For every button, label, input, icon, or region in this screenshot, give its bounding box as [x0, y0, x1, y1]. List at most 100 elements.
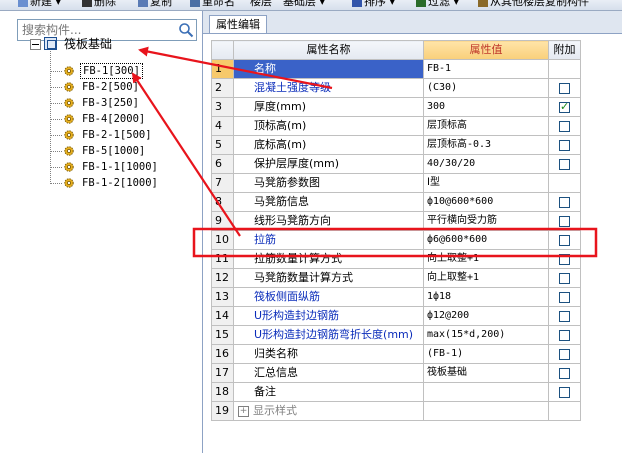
tree-collapse-toggle[interactable] — [30, 39, 41, 50]
property-value[interactable]: ф10@600*600 — [423, 192, 549, 212]
extra-checkbox[interactable] — [559, 253, 570, 265]
property-value[interactable]: 平行横向受力筋 — [423, 211, 549, 231]
property-row[interactable]: 18 备注 — [211, 382, 581, 402]
extra-checkbox[interactable] — [559, 99, 570, 116]
property-value[interactable]: 层顶标高 — [423, 116, 549, 136]
property-name: 马凳筋信息 — [233, 192, 424, 212]
sort-button[interactable]: 排序 ▾ — [352, 0, 395, 9]
property-name: 汇总信息 — [233, 363, 424, 383]
row-number: 17 — [211, 363, 234, 383]
extra-checkbox[interactable] — [559, 348, 570, 360]
property-value[interactable] — [423, 401, 549, 421]
row-number: 12 — [211, 268, 234, 288]
filter-button[interactable]: 过滤 ▾ — [416, 0, 459, 9]
row-number: 2 — [211, 78, 234, 98]
new-button[interactable]: 新建 ▾ — [18, 0, 61, 9]
property-value[interactable]: (C30) — [423, 78, 549, 98]
property-value[interactable]: 向上取整+1 — [423, 268, 549, 288]
property-value[interactable]: FB-1 — [423, 59, 549, 79]
property-value-header: 属性值 — [423, 40, 549, 60]
property-value[interactable]: 层顶标高-0.3 — [423, 135, 549, 155]
row-number: 1 — [211, 59, 234, 79]
row-number-header — [211, 40, 234, 60]
property-row[interactable]: 1 名称 FB-1 — [211, 59, 581, 79]
property-row[interactable]: 11 拉筋数量计算方式 向上取整+1 — [211, 249, 581, 269]
property-row[interactable]: 16 归类名称 (FB-1) — [211, 344, 581, 364]
property-name: U形构造封边钢筋 — [233, 306, 424, 326]
property-name: 顶标高(m) — [233, 116, 424, 136]
property-row[interactable]: 5 底标高(m) 层顶标高-0.3 — [211, 135, 581, 155]
extra-cell — [548, 211, 581, 231]
property-row[interactable]: 19 + 显示样式 — [211, 401, 581, 421]
extra-checkbox[interactable] — [559, 310, 570, 322]
property-name: + 显示样式 — [233, 401, 424, 421]
property-value[interactable]: 1ф18 — [423, 287, 549, 307]
property-row[interactable]: 13 筏板侧面纵筋 1ф18 — [211, 287, 581, 307]
property-value[interactable]: (FB-1) — [423, 344, 549, 364]
property-row[interactable]: 10 拉筋 ф6@600*600 — [211, 230, 581, 250]
extra-checkbox[interactable] — [559, 329, 570, 341]
search-icon[interactable] — [178, 22, 194, 38]
property-row[interactable]: 6 保护层厚度(mm) 40/30/20 — [211, 154, 581, 174]
extra-checkbox[interactable] — [559, 120, 570, 132]
extra-cell — [548, 59, 581, 79]
tab-property-edit[interactable]: 属性编辑 — [209, 15, 267, 33]
property-name: 厚度(mm) — [233, 97, 424, 117]
row-number: 7 — [211, 173, 234, 193]
property-row[interactable]: 14 U形构造封边钢筋 ф12@200 — [211, 306, 581, 326]
property-value[interactable]: 40/30/20 — [423, 154, 549, 174]
property-value[interactable]: Ⅰ型 — [423, 173, 549, 193]
property-row[interactable]: 9 线形马凳筋方向 平行横向受力筋 — [211, 211, 581, 231]
gear-icon — [64, 162, 74, 172]
property-value[interactable]: 向上取整+1 — [423, 249, 549, 269]
row-number: 8 — [211, 192, 234, 212]
property-row[interactable]: 2 混凝土强度等级 (C30) — [211, 78, 581, 98]
property-row[interactable]: 8 马凳筋信息 ф10@600*600 — [211, 192, 581, 212]
extra-cell — [548, 306, 581, 326]
extra-cell — [548, 344, 581, 364]
property-row[interactable]: 17 汇总信息 筏板基础 — [211, 363, 581, 383]
property-name: 归类名称 — [233, 344, 424, 364]
grid-header-row: 属性名称 属性值 附加 — [211, 40, 581, 60]
new-icon — [18, 0, 28, 7]
property-value[interactable] — [423, 382, 549, 402]
rename-button[interactable]: 重命名 — [190, 0, 235, 9]
property-value[interactable]: ф6@600*600 — [423, 230, 549, 250]
property-name-header: 属性名称 — [233, 40, 424, 60]
property-grid: 属性名称 属性值 附加 1 名称 FB-1 2 混凝土强度等级 (C30) 3 厚度(mm) 3… — [211, 40, 581, 421]
extra-checkbox[interactable] — [559, 82, 570, 94]
extra-cell — [548, 192, 581, 212]
rename-icon — [190, 0, 200, 7]
extra-header: 附加 — [548, 40, 581, 60]
floor-select[interactable]: 基础层 ▾ — [283, 0, 325, 9]
property-row[interactable]: 15 U形构造封边钢筋弯折长度(mm) max(15*d,200) — [211, 325, 581, 345]
property-value[interactable]: 筏板基础 — [423, 363, 549, 383]
extra-checkbox[interactable] — [559, 386, 570, 398]
extra-checkbox[interactable] — [559, 272, 570, 284]
extra-cell — [548, 363, 581, 383]
tree-root-label[interactable]: 筏板基础 — [64, 36, 112, 52]
property-row[interactable]: 12 马凳筋数量计算方式 向上取整+1 — [211, 268, 581, 288]
extra-checkbox[interactable] — [559, 291, 570, 303]
property-name: 备注 — [233, 382, 424, 402]
copy-button[interactable]: 复制 — [138, 0, 172, 9]
extra-checkbox[interactable] — [559, 215, 570, 227]
extra-cell — [548, 230, 581, 250]
property-value[interactable]: 300 — [423, 97, 549, 117]
extra-checkbox[interactable] — [559, 158, 570, 170]
property-value[interactable]: max(15*d,200) — [423, 325, 549, 345]
property-row[interactable]: 4 顶标高(m) 层顶标高 — [211, 116, 581, 136]
property-row[interactable]: 3 厚度(mm) 300 — [211, 97, 581, 117]
copy-from-floor-button[interactable]: 从其他楼层复制构件 — [478, 0, 589, 9]
extra-cell — [548, 78, 581, 98]
property-value[interactable]: ф12@200 — [423, 306, 549, 326]
property-name: 拉筋 — [233, 230, 424, 250]
delete-button[interactable]: 删除 — [82, 0, 116, 9]
extra-checkbox[interactable] — [559, 367, 570, 379]
expand-icon[interactable]: + — [238, 405, 249, 417]
gear-icon — [64, 130, 74, 140]
extra-checkbox[interactable] — [559, 196, 570, 208]
property-row[interactable]: 7 马凳筋参数图 Ⅰ型 — [211, 173, 581, 193]
extra-checkbox[interactable] — [559, 139, 570, 151]
extra-checkbox[interactable] — [559, 234, 570, 246]
